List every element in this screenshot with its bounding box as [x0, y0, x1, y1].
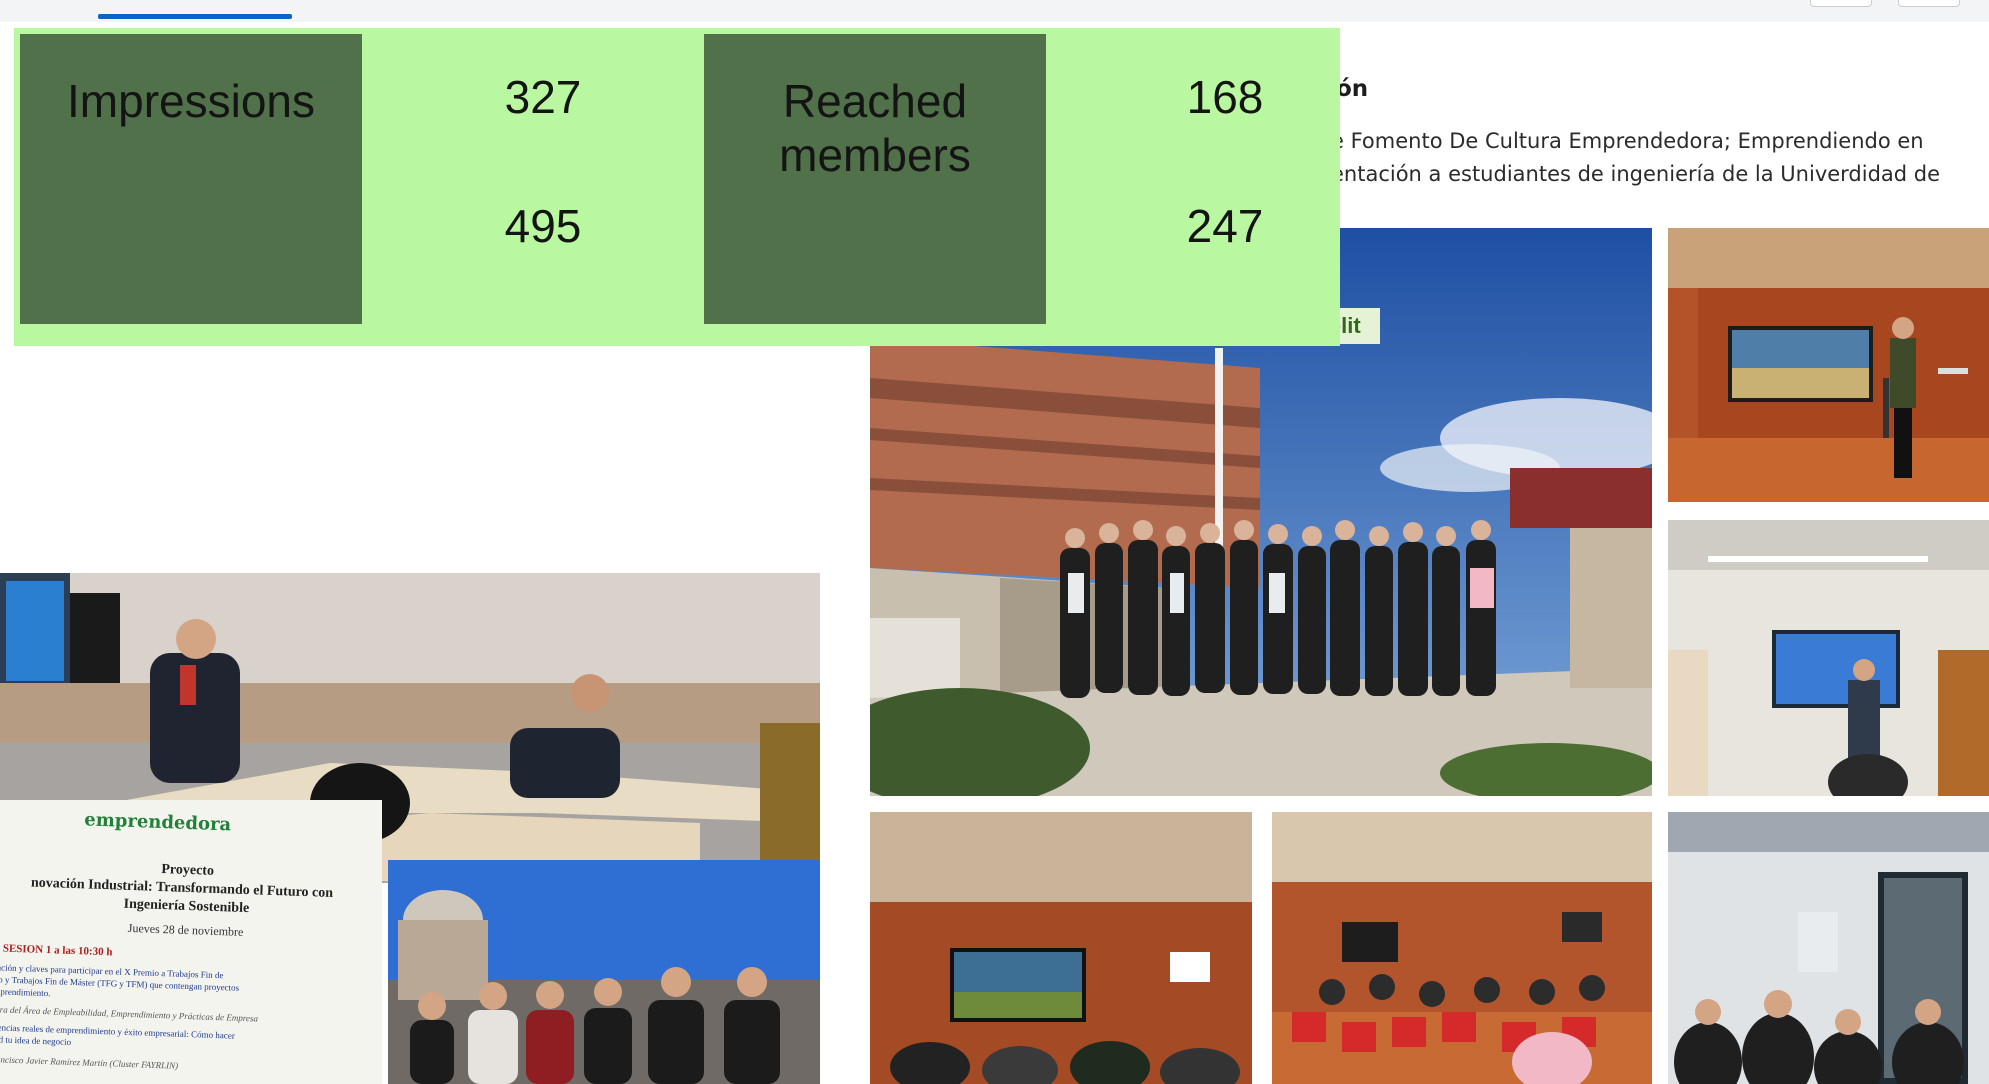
impressions-label: Impressions: [67, 75, 315, 127]
poster-line-7: Francisco Javier Ramírez Martín (Cluster…: [0, 1054, 179, 1071]
poster-kicker: emprendedora: [83, 809, 232, 836]
poster-date: Jueves 28 de noviembre: [127, 920, 244, 939]
event-poster: emprendedora Proyecto novación Industria…: [0, 800, 382, 1084]
poster-session: SESION 1 a las 10:30 h: [2, 942, 113, 959]
photo-rooftop-group: [388, 860, 820, 1084]
post-card: ón e Fomento De Cultura Emprendedora; Em…: [1290, 45, 1940, 186]
toolbar-button-2[interactable]: [1898, 0, 1960, 7]
reached-members-value-2: 247: [1186, 200, 1264, 252]
impressions-value: 327: [504, 71, 582, 123]
photo-auditorium-screen: [870, 812, 1252, 1084]
post-text-line-1: e Fomento De Cultura Emprendedora; Empre…: [1331, 129, 1924, 153]
post-title: ón: [1336, 76, 1369, 102]
photo-classroom-presentation: [1668, 520, 1989, 796]
top-bar: [0, 0, 1989, 22]
reached-members-label-line-1: Reached: [782, 75, 968, 127]
reached-members-label-line-2: members: [779, 129, 971, 181]
impressions-value-2: 495: [504, 200, 582, 252]
post-text-line-2: entación a estudiantes de ingeniería de …: [1331, 162, 1941, 186]
reached-members-label-box: Reached members: [704, 34, 1046, 324]
photo-exhibition-visit: [1668, 812, 1989, 1084]
photo-speaker-room: [1668, 228, 1989, 502]
toolbar-button-1[interactable]: [1810, 0, 1872, 7]
reached-members-value: 168: [1186, 71, 1264, 123]
stats-overlay: Impressions 327 495 Reached members 168 …: [14, 28, 1340, 346]
photo-audience-room: [1272, 812, 1652, 1084]
active-tab-indicator[interactable]: [98, 14, 292, 19]
impressions-label-box: Impressions: [20, 34, 362, 324]
